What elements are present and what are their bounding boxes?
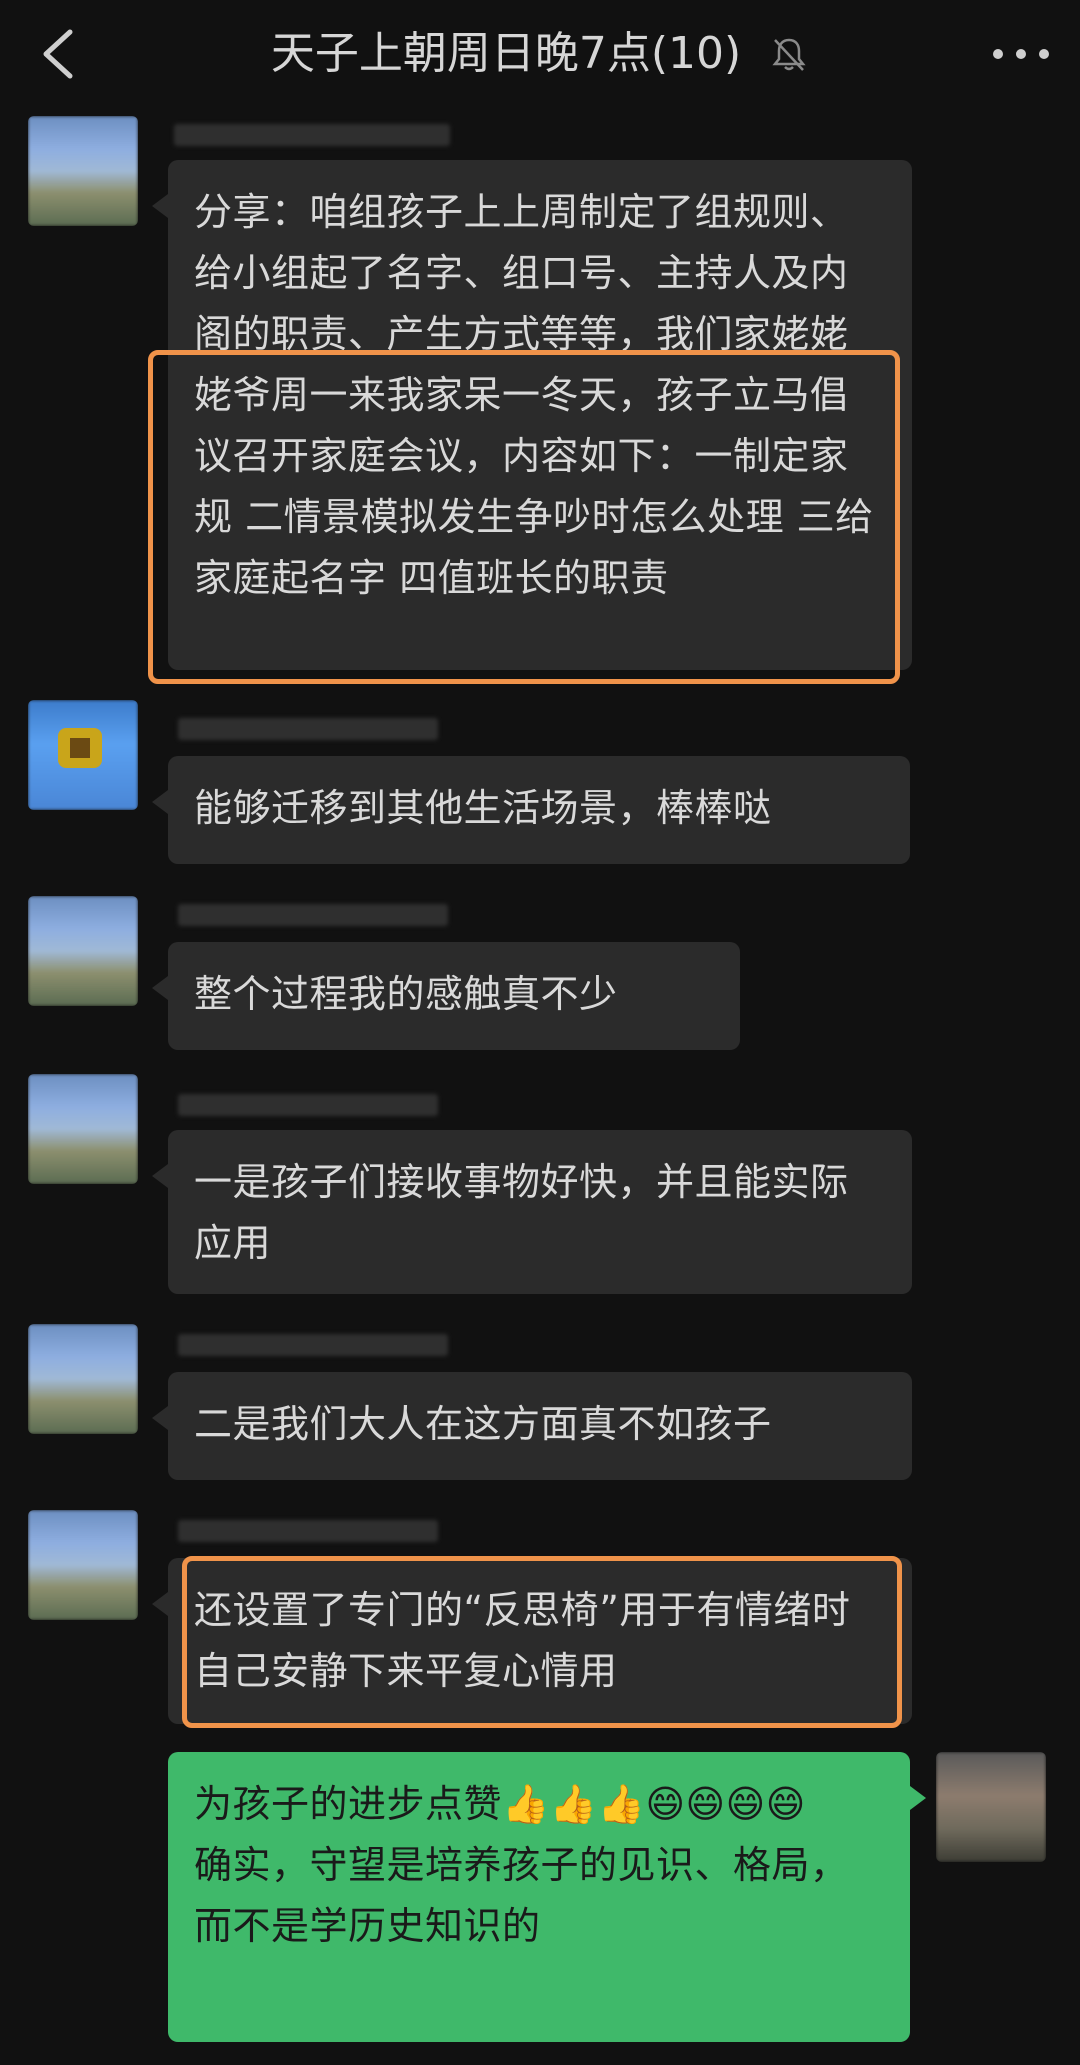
avatar-image (28, 1324, 138, 1434)
message-bubble[interactable]: 分享：咱组孩子上上周制定了组规则、给小组起了名字、组口号、主持人及内阁的职责、产… (152, 160, 912, 670)
avatar-image (28, 1074, 138, 1184)
message-bubble[interactable]: 整个过程我的感触真不少 (152, 942, 740, 1050)
message-bubble[interactable]: 二是我们大人在这方面真不如孩子 (152, 1372, 912, 1480)
sunflower-image (58, 728, 102, 768)
message-text: 整个过程我的感触真不少 (194, 972, 618, 1016)
chat-header: 天子上朝周日晚7点(10) (0, 0, 1080, 108)
sender-name (178, 904, 448, 926)
sender-name (178, 1094, 438, 1116)
avatar[interactable] (28, 1074, 138, 1184)
message-bubble[interactable]: 还设置了专门的“反思椅”用于有情绪时自己安静下来平复心情用 (152, 1558, 912, 1724)
message-text: 二是我们大人在这方面真不如孩子 (194, 1402, 772, 1446)
bell-muted-icon (772, 38, 806, 71)
more-dots-icon (993, 49, 1049, 59)
avatar-image (28, 896, 138, 1006)
avatar-image (936, 1752, 1046, 1862)
chat-title-area: 天子上朝周日晚7点(10) (0, 22, 1080, 84)
chat-title: 天子上朝周日晚7点(10) (270, 28, 742, 79)
avatar[interactable] (28, 896, 138, 1006)
sender-name (178, 1334, 448, 1356)
avatar-image (28, 116, 138, 226)
message-text: 还设置了专门的“反思椅”用于有情绪时自己安静下来平复心情用 (194, 1588, 851, 1693)
my-message-line-2: 确实，守望是培养孩子的见识、格局，而不是学历史知识的 (194, 1843, 849, 1948)
avatar[interactable] (28, 700, 138, 810)
avatar[interactable] (28, 1324, 138, 1434)
my-message-line-1: 为孩子的进步点赞👍👍👍😄😄😄😄 (194, 1782, 806, 1826)
avatar[interactable] (28, 116, 138, 226)
message-bubble[interactable]: 一是孩子们接收事物好快，并且能实际应用 (152, 1130, 912, 1294)
sender-name (174, 124, 450, 146)
my-message-bubble[interactable]: 为孩子的进步点赞👍👍👍😄😄😄😄 确实，守望是培养孩子的见识、格局，而不是学历史知… (168, 1752, 926, 2042)
my-avatar[interactable] (936, 1752, 1046, 1862)
avatar[interactable] (28, 1510, 138, 1620)
sender-name (178, 718, 438, 740)
sender-name (178, 1520, 438, 1542)
message-text: 分享：咱组孩子上上周制定了组规则、给小组起了名字、组口号、主持人及内阁的职责、产… (194, 190, 874, 600)
message-bubble[interactable]: 能够迁移到其他生活场景，棒棒哒 (152, 756, 910, 864)
message-text: 一是孩子们接收事物好快，并且能实际应用 (194, 1160, 849, 1265)
more-options-button[interactable] (988, 30, 1054, 78)
message-text: 能够迁移到其他生活场景，棒棒哒 (194, 786, 772, 830)
avatar-image (28, 1510, 138, 1620)
